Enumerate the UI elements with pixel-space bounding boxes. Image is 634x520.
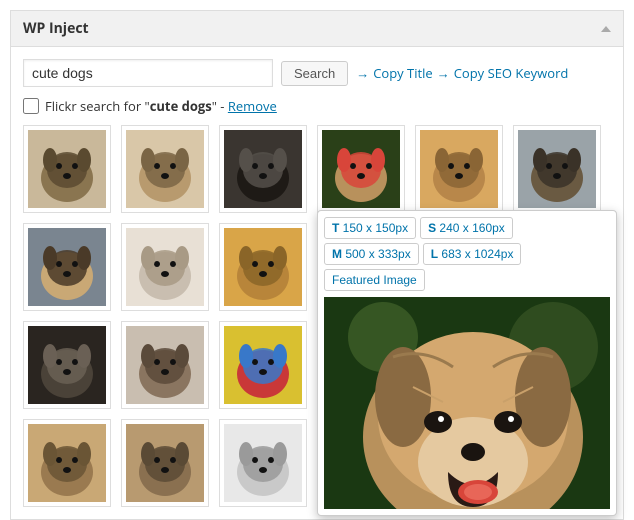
result-thumbnail[interactable] — [317, 125, 405, 213]
search-row: Search → Copy Title → Copy SEO Keyword — [23, 59, 611, 87]
result-thumbnail[interactable] — [219, 125, 307, 213]
featured-image-button[interactable]: Featured Image — [324, 269, 425, 291]
size-option-button[interactable]: T 150 x 150px — [324, 217, 416, 239]
copy-title-link[interactable]: Copy Title — [373, 64, 433, 82]
image-preview[interactable] — [324, 297, 610, 509]
collapse-toggle-icon[interactable] — [601, 26, 611, 32]
size-options: T 150 x 150pxS 240 x 160pxM 500 x 333pxL… — [324, 217, 610, 291]
result-thumbnail[interactable] — [23, 125, 111, 213]
filter-label: Flickr search for "cute dogs" - Remove — [45, 97, 277, 115]
result-thumbnail[interactable] — [415, 125, 503, 213]
arrow-icon: → — [437, 64, 450, 82]
result-thumbnail[interactable] — [121, 223, 209, 311]
result-thumbnail[interactable] — [121, 125, 209, 213]
panel-title: WP Inject — [23, 19, 89, 38]
flickr-search-checkbox[interactable] — [23, 98, 39, 114]
search-button[interactable]: Search — [281, 61, 348, 86]
size-option-button[interactable]: M 500 x 333px — [324, 243, 419, 265]
result-thumbnail[interactable] — [23, 419, 111, 507]
action-links: → Copy Title → Copy SEO Keyword — [356, 64, 568, 82]
result-thumbnail[interactable] — [513, 125, 601, 213]
result-thumbnail[interactable] — [219, 419, 307, 507]
size-option-button[interactable]: L 683 x 1024px — [423, 243, 522, 265]
size-option-button[interactable]: S 240 x 160px — [420, 217, 513, 239]
result-thumbnail[interactable] — [219, 223, 307, 311]
remove-filter-link[interactable]: Remove — [228, 97, 277, 115]
filter-row: Flickr search for "cute dogs" - Remove — [23, 97, 611, 115]
arrow-icon: → — [356, 64, 369, 82]
result-thumbnail[interactable] — [23, 223, 111, 311]
result-thumbnail[interactable] — [219, 321, 307, 409]
copy-seo-keyword-link[interactable]: Copy SEO Keyword — [454, 64, 569, 82]
panel-header: WP Inject — [11, 11, 623, 47]
result-thumbnail[interactable] — [121, 321, 209, 409]
search-input[interactable] — [23, 59, 273, 87]
result-thumbnail[interactable] — [23, 321, 111, 409]
image-options-popup: T 150 x 150pxS 240 x 160pxM 500 x 333pxL… — [317, 210, 617, 516]
result-thumbnail[interactable] — [121, 419, 209, 507]
